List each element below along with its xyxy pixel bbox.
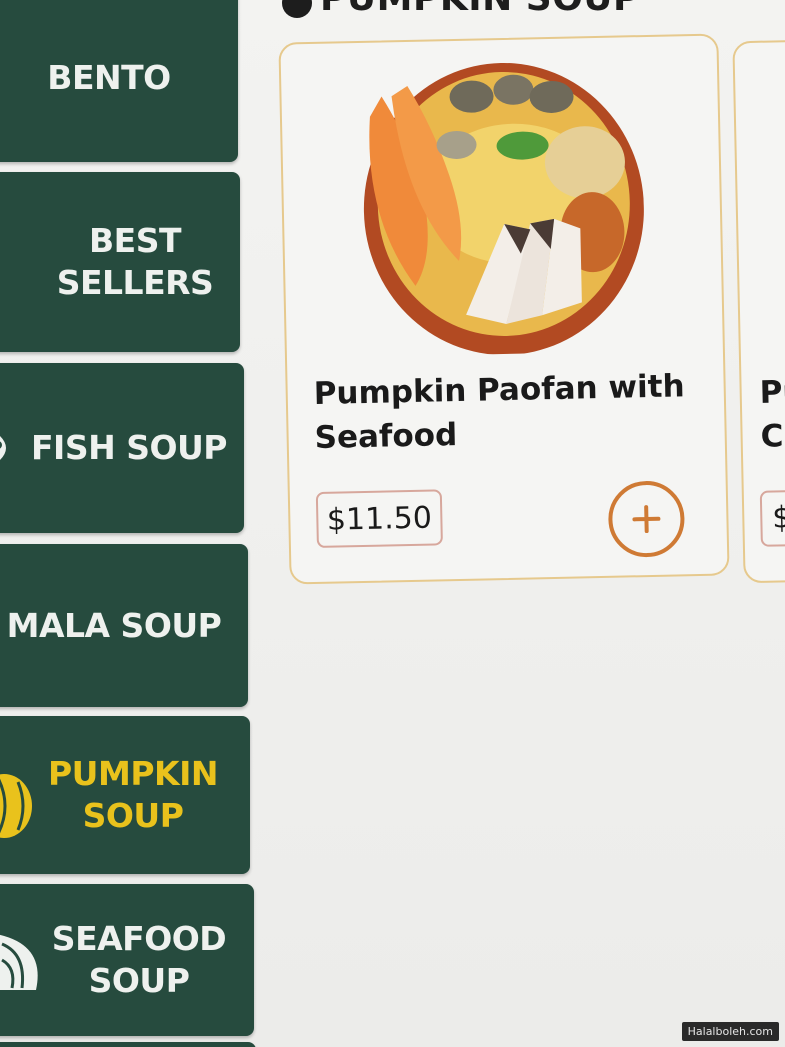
category-next[interactable] [0, 1042, 256, 1047]
product-card[interactable]: Pumpkin Paofan with Seafood $11.50 [278, 33, 730, 585]
category-label: BENTO [47, 58, 171, 97]
category-bento[interactable]: BENTO [0, 0, 238, 162]
category-mala-soup[interactable]: MALA SOUP [0, 544, 248, 707]
product-card[interactable]: Pu Ch $ [732, 38, 785, 584]
fish-icon [0, 230, 20, 286]
add-to-cart-button[interactable] [607, 480, 686, 558]
category-label: MALA SOUP [6, 605, 222, 645]
fish-icon [0, 436, 6, 460]
clam-icon [0, 935, 38, 990]
plus-icon [632, 505, 661, 534]
kiosk-screen: BENTO BEST SELLERS FISH SOUP MALA SOUP P… [0, 0, 785, 1047]
pumpkin-icon [0, 774, 32, 838]
category-best-sellers[interactable]: BEST SELLERS [0, 172, 240, 352]
category-fish-soup[interactable]: FISH SOUP [0, 363, 244, 533]
category-sidebar: BENTO BEST SELLERS FISH SOUP MALA SOUP P… [0, 0, 260, 1047]
section-title: PUMPKIN SOUP [320, 0, 640, 19]
section-bullet-icon [282, 0, 312, 18]
category-label: SEAFOOD SOUP [51, 919, 227, 1000]
category-label: BEST SELLERS [56, 221, 214, 302]
price-tag: $ [759, 488, 785, 547]
category-pumpkin-soup[interactable]: PUMPKIN SOUP [0, 716, 250, 874]
price-tag: $11.50 [315, 489, 443, 548]
product-name: Pumpkin Paofan with Seafood [313, 368, 685, 456]
watermark: Halalboleh.com [681, 1022, 779, 1041]
category-label: PUMPKIN SOUP [48, 754, 218, 835]
food-image [363, 62, 644, 355]
category-seafood-soup[interactable]: SEAFOOD SOUP [0, 884, 254, 1036]
category-label: FISH SOUP [31, 428, 228, 467]
product-name: Pu Ch [759, 373, 785, 455]
